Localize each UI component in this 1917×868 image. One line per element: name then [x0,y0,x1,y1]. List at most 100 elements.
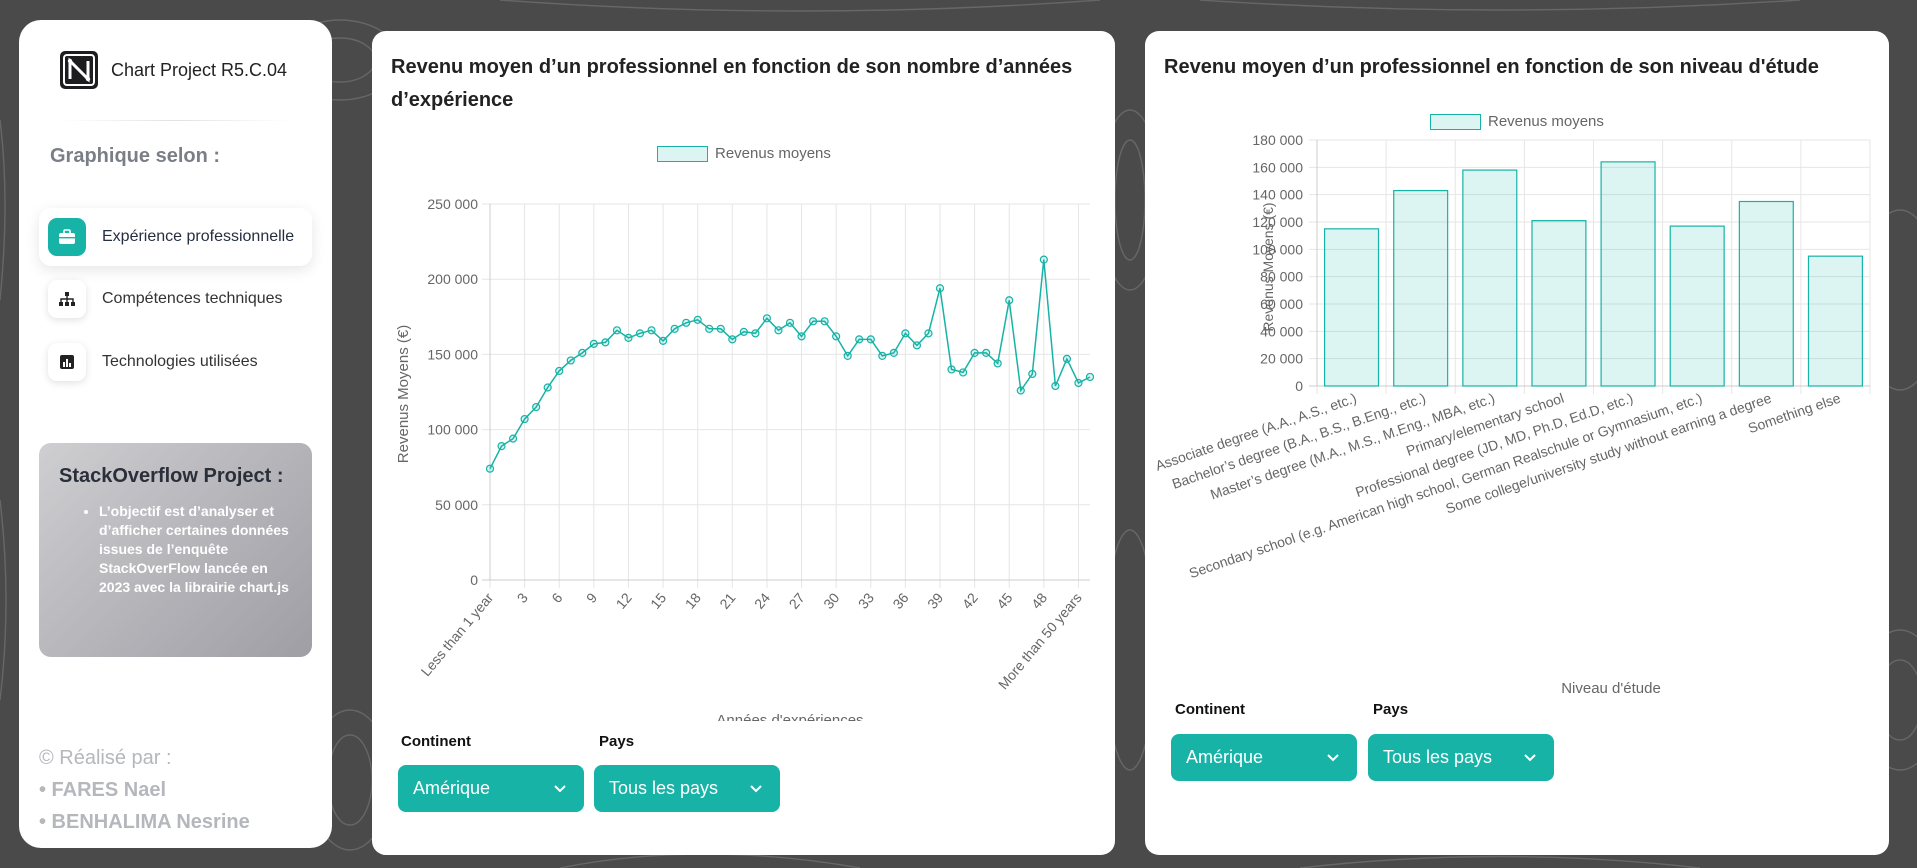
education-chart-card: Revenu moyen d’un professionnel en fonct… [1145,31,1889,855]
y-tick-label: 150 000 [427,346,478,362]
pays-select[interactable]: Tous les pays [1368,734,1554,781]
continent-select-value: Amérique [413,778,491,798]
info-list: L’objectif est d’analyser et d’afficher … [99,502,299,597]
data-point [670,324,679,333]
experience-chart-card: Revenu moyen d’un professionnel en fonct… [372,31,1115,855]
chart-legend[interactable]: Revenus moyens [1430,113,1604,130]
data-point [889,348,898,357]
continent-select[interactable]: Amérique [398,765,584,812]
data-point [774,326,783,335]
sidebar-item-label: Compétences techniques [102,290,283,307]
data-point [485,464,495,473]
data-point [578,348,587,357]
line-chart: 0 50 000 100 000 150 000 200 000 250 000 Less … [395,196,1095,721]
sidebar-item-competences[interactable]: Compétences techniques [39,270,312,328]
data-point [1005,296,1014,305]
data-point [843,351,852,361]
chart-title: Revenu moyen d’un professionnel en fonct… [391,56,1073,111]
info-text: L’objectif est d’analyser et d’afficher … [99,502,299,597]
data-point [1039,255,1048,264]
data-point [993,359,1002,368]
data-point [635,329,645,338]
data-point [716,324,725,333]
data-point [601,338,610,347]
author-name: • FARES Nael [39,779,167,801]
data-point [739,327,748,336]
pays-label: Pays [599,733,635,750]
x-tick-label: 36 [889,589,911,611]
data-point [820,317,829,326]
data-point [520,414,529,424]
data-point [658,336,668,345]
data-point [589,339,598,348]
data-point [682,318,691,327]
credits: © Réalisé par : • FARES Nael • BENHALIMA… [39,742,250,838]
x-tick-label: 9 [583,589,600,605]
continent-select-value: Amérique [1186,747,1264,767]
y-tick-label: 50 000 [435,497,478,513]
bar [1393,189,1449,387]
x-axis-title: Années d'expériences [716,712,863,721]
x-tick-label: 12 [612,589,634,611]
info-card: StackOverflow Project : L’objectif est d… [39,443,312,657]
x-tick-label: 24 [751,589,773,611]
data-point [912,341,922,350]
pays-select[interactable]: Tous les pays [594,765,780,812]
data-point [532,402,541,412]
continent-label: Continent [1175,701,1245,718]
y-tick-label: 20 000 [1260,351,1303,367]
y-tick-label: 140 000 [1252,187,1303,203]
y-axis-title: Revenus Moyens (€) [1260,202,1276,331]
x-tick-label: 6 [548,589,565,605]
y-axis-title: Revenus Moyens (€) [395,325,412,463]
divider [59,120,293,121]
x-tick-label: 3 [514,589,531,605]
x-axis-title: Niveau d'étude [1561,680,1661,697]
chevron-down-icon [554,784,566,792]
y-tick-label: 180 000 [1252,132,1303,148]
sidebar-item-technologies[interactable]: Technologies utilisées [39,333,312,391]
bar [1531,220,1587,387]
bar [1324,228,1380,387]
bar [1462,169,1518,387]
y-tick-label: 0 [470,572,478,588]
briefcase-icon [48,218,86,256]
data-point [1062,354,1072,364]
data-point [901,329,910,338]
data-point [566,356,575,365]
data-point [855,335,864,344]
pays-select-value: Tous les pays [609,778,719,798]
x-tick-label: 42 [959,589,981,611]
data-point [808,317,818,326]
chevron-down-icon [1327,753,1339,761]
bar [1669,225,1725,387]
sidebar-item-experience[interactable]: Expérience professionnelle [39,208,312,266]
x-tick-label: 33 [855,589,877,611]
sitemap-icon [48,280,86,318]
data-point [612,326,622,335]
continent-select[interactable]: Amérique [1171,734,1357,781]
author-name: • BENHALIMA Nesrine [39,811,250,833]
data-point [832,332,841,341]
data-point [1074,378,1083,388]
sidebar-item-label: Technologies utilisées [102,353,258,370]
data-point [543,383,552,392]
data-point [1028,369,1037,379]
x-tick-label: 39 [924,589,946,611]
section-title: Graphique selon : [50,145,221,167]
data-point [693,315,702,324]
x-tick-label: 27 [786,589,808,611]
y-tick-label: 200 000 [427,271,478,287]
data-point [958,368,968,377]
data-point [555,366,564,376]
y-tick-label: 250 000 [427,196,478,212]
pays-label: Pays [1373,701,1409,718]
x-tick-label: 30 [820,589,842,611]
bar [1738,200,1794,387]
data-point [866,335,875,344]
brand[interactable]: Chart Project R5.C.04 [59,50,287,90]
bar-chart-icon [48,343,86,381]
data-point [728,335,737,344]
pays-select-value: Tous les pays [1383,747,1493,767]
continent-label: Continent [401,733,471,750]
